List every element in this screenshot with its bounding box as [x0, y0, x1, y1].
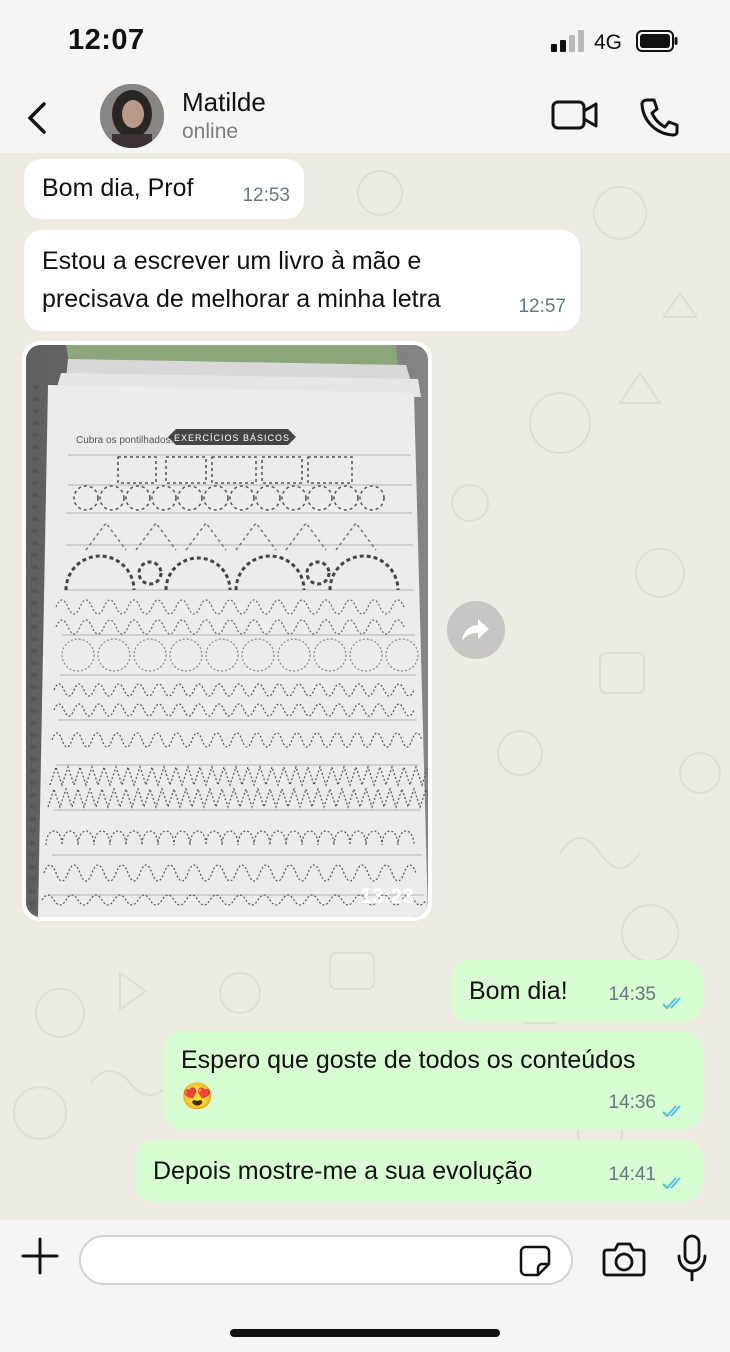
phone-icon[interactable]: [638, 96, 680, 138]
photo-content: EXERCÍCIOS BÁSICOS Cubra os pontilhados.: [26, 345, 428, 917]
outgoing-message[interactable]: Bom dia! 14:35: [451, 960, 703, 1022]
photo-worksheet[interactable]: EXERCÍCIOS BÁSICOS Cubra os pontilhados.: [26, 345, 428, 917]
read-receipt-icon: [662, 997, 681, 1010]
message-time: 12:57: [518, 296, 566, 317]
camera-icon[interactable]: [602, 1239, 646, 1279]
message-text-line: precisava de melhorar a minha letra: [42, 285, 441, 313]
read-receipt-icon: [662, 1105, 681, 1118]
outgoing-message[interactable]: Espero que goste de todos os conteúdos 😍…: [163, 1031, 703, 1130]
message-text-line: Estou a escrever um livro à mão e: [42, 247, 422, 275]
message-composer: [0, 1220, 730, 1352]
incoming-message[interactable]: Bom dia, Prof 12:53: [24, 159, 304, 219]
status-bar: 12:07 4G: [0, 0, 730, 78]
back-arrow-icon[interactable]: [20, 98, 56, 138]
message-time: 14:41: [608, 1164, 656, 1185]
message-time: 14:36: [608, 1092, 656, 1113]
signal-strength-icon: [551, 30, 585, 52]
image-heading-text: EXERCÍCIOS BÁSICOS: [174, 433, 290, 443]
message-text: Depois mostre-me a sua evolução: [153, 1157, 533, 1185]
status-clock: 12:07: [68, 24, 145, 56]
message-text: Bom dia, Prof: [42, 174, 194, 202]
avatar[interactable]: [100, 84, 164, 148]
incoming-image-message[interactable]: EXERCÍCIOS BÁSICOS Cubra os pontilhados.: [22, 341, 432, 921]
chat-area[interactable]: Bom dia, Prof 12:53 Estou a escrever um …: [0, 153, 730, 1220]
microphone-icon[interactable]: [676, 1234, 708, 1282]
message-time: 12:53: [242, 185, 290, 206]
read-receipt-icon: [662, 1177, 681, 1190]
contact-name[interactable]: Matilde: [182, 87, 266, 118]
message-time: 13:23: [360, 885, 414, 908]
plus-icon[interactable]: [20, 1236, 60, 1276]
message-text: Bom dia!: [469, 977, 568, 1005]
message-text: Espero que goste de todos os conteúdos: [181, 1046, 636, 1074]
battery-icon: [636, 30, 678, 52]
home-indicator[interactable]: [230, 1329, 500, 1337]
image-instruction-text: Cubra os pontilhados.: [76, 435, 173, 446]
contact-status: online: [182, 120, 239, 143]
forward-button[interactable]: [447, 601, 505, 659]
chat-header: Matilde online: [0, 78, 730, 153]
incoming-message[interactable]: Estou a escrever um livro à mão e precis…: [24, 230, 580, 331]
video-call-icon[interactable]: [550, 96, 600, 134]
sticker-icon[interactable]: [518, 1244, 552, 1278]
outgoing-message[interactable]: Depois mostre-me a sua evolução 14:41: [135, 1140, 703, 1202]
message-time: 14:35: [608, 984, 656, 1005]
network-type: 4G: [594, 31, 623, 54]
message-input[interactable]: [79, 1235, 573, 1285]
forward-icon: [462, 619, 489, 641]
